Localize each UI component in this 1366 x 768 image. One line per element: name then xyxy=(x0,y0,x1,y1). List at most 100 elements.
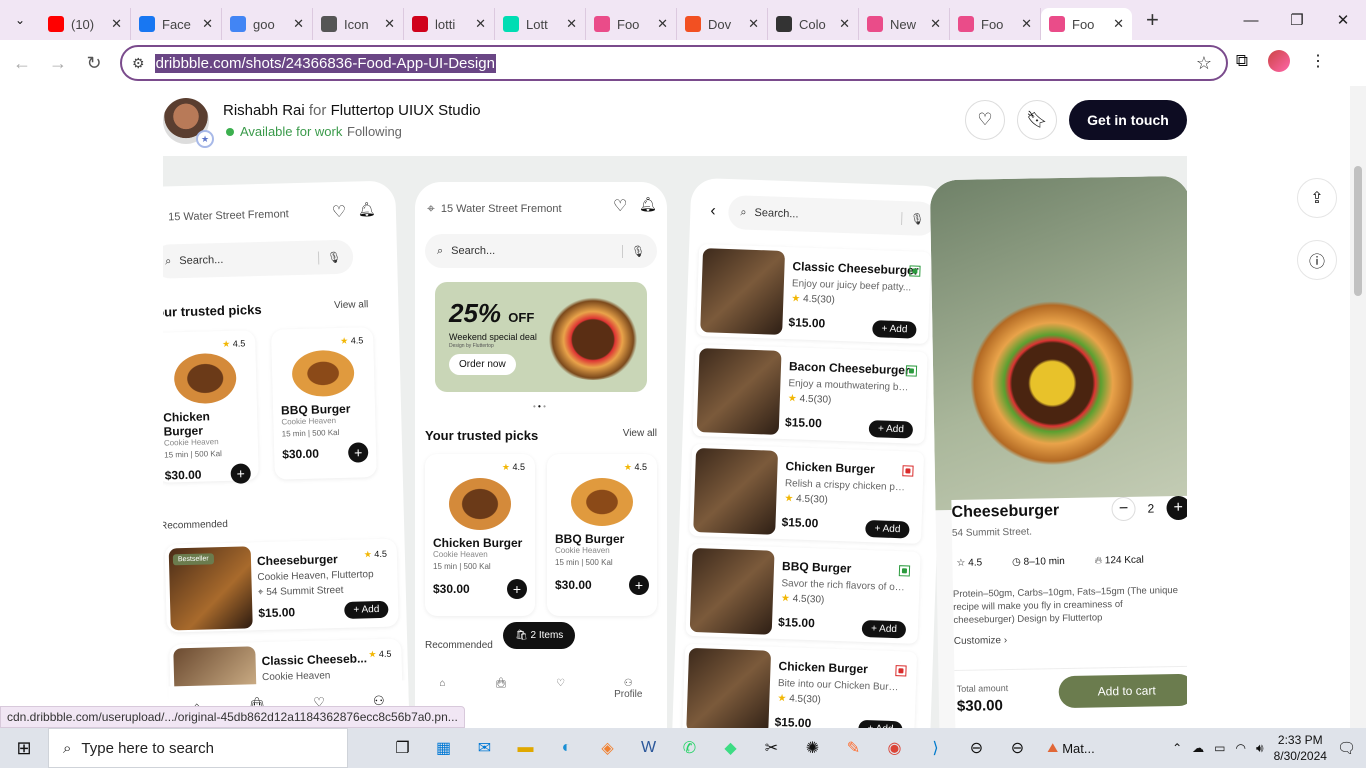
like-button[interactable]: ♡ xyxy=(965,100,1005,140)
close-tab-icon[interactable]: ✕ xyxy=(839,16,850,32)
browser-tab[interactable]: Foo ✕ xyxy=(586,8,677,40)
customize-link[interactable]: Customize › xyxy=(954,635,1008,647)
location[interactable]: ⌖ 15 Water Street Fremont xyxy=(427,200,562,217)
nav-profile[interactable]: ⚇ Profile xyxy=(614,678,642,700)
add-plus-button[interactable]: + xyxy=(507,579,527,599)
recommended-item[interactable]: Bestseller Cheeseburger 4.5 Cookie Heave… xyxy=(164,538,399,633)
location[interactable]: ⌖ 15 Water Street Fremont xyxy=(163,207,289,223)
new-tab-button[interactable]: + xyxy=(1146,7,1159,33)
forward-button[interactable]: → xyxy=(40,45,76,81)
search-input[interactable]: ⌕ Search... 🎙︎ xyxy=(425,234,657,268)
studio-name[interactable]: Fluttertop UIUX Studio xyxy=(331,102,481,119)
close-tab-icon[interactable]: ✕ xyxy=(111,16,122,32)
wifi-icon[interactable]: ◠ xyxy=(1236,741,1246,755)
tab-search-button[interactable]: ⌄ xyxy=(0,0,40,40)
browser-tab[interactable]: Lott ✕ xyxy=(495,8,586,40)
mic-icon[interactable]: 🎙︎ xyxy=(622,244,645,258)
add-plus-button[interactable]: + xyxy=(347,442,369,463)
browser-tab[interactable]: Face ✕ xyxy=(131,8,222,40)
app-icon-2[interactable]: ⊖ xyxy=(956,728,997,768)
promo-banner[interactable]: 25% OFF Weekend special deal Design by F… xyxy=(435,282,647,392)
add-to-cart-button[interactable]: Add to cart xyxy=(1058,673,1187,709)
quantity-stepper[interactable]: − 2 + xyxy=(1111,495,1187,522)
mic-icon[interactable]: 🎙︎ xyxy=(901,211,925,226)
capcut-icon[interactable]: ✂ xyxy=(751,728,792,768)
browser-tab[interactable]: New ✕ xyxy=(859,8,950,40)
close-window-button[interactable]: ✕ xyxy=(1320,0,1366,40)
mic-icon[interactable]: 🎙︎ xyxy=(317,250,342,264)
close-tab-icon[interactable]: ✕ xyxy=(1113,16,1124,32)
back-button[interactable]: ← xyxy=(4,45,40,81)
store-icon[interactable]: ▦ xyxy=(423,728,464,768)
plus-button[interactable]: + xyxy=(1166,495,1187,521)
author-name[interactable]: Rishabh Rai xyxy=(223,102,305,119)
app-icon-3[interactable]: ⊖ xyxy=(997,728,1038,768)
android-studio-icon[interactable]: ◆ xyxy=(710,728,751,768)
browser-tab[interactable]: goo ✕ xyxy=(222,8,313,40)
browser-tab[interactable]: lotti ✕ xyxy=(404,8,495,40)
add-button[interactable]: + Add xyxy=(872,320,917,339)
pen-tool-icon[interactable]: ✎ xyxy=(833,728,874,768)
app-icon[interactable]: ◈ xyxy=(587,728,628,768)
close-tab-icon[interactable]: ✕ xyxy=(748,16,759,32)
notifications-icon[interactable]: 🗨︎ xyxy=(1337,739,1356,757)
address-bar[interactable]: ⚙ dribbble.com/shots/24366836-Food-App-U… xyxy=(120,45,1228,81)
url-text[interactable]: dribbble.com/shots/24366836-Food-App-UI-… xyxy=(154,53,496,73)
browser-tab[interactable]: (10) ✕ xyxy=(40,8,131,40)
nav-saved[interactable]: ♡ xyxy=(556,678,565,689)
back-arrow-icon[interactable]: ‹ xyxy=(710,202,716,220)
menu-list-item[interactable]: Classic Cheeseburger Enjoy our juicy beef… xyxy=(696,243,932,345)
site-settings-icon[interactable]: ⚙ xyxy=(132,55,145,72)
following-button[interactable]: Following xyxy=(347,124,402,139)
bookmark-star-icon[interactable]: ☆ xyxy=(1196,53,1212,74)
info-icon[interactable]: ⓘ xyxy=(1297,240,1337,280)
matlab-icon[interactable]: ⛰ Mat... xyxy=(1038,728,1104,768)
close-tab-icon[interactable]: ✕ xyxy=(475,16,486,32)
task-view-icon[interactable]: ❐ xyxy=(382,728,423,768)
chatgpt-icon[interactable]: ✺ xyxy=(792,728,833,768)
get-in-touch-button[interactable]: Get in touch xyxy=(1069,100,1187,140)
food-card[interactable]: 4.5 BBQ Burger Cookie Heaven 15 min | 50… xyxy=(270,327,377,480)
mail-icon[interactable]: ✉ xyxy=(464,728,505,768)
save-bookmark-button[interactable]: 🔖︎ xyxy=(1017,100,1057,140)
show-hidden-icon[interactable]: ⌃ xyxy=(1172,741,1182,755)
carousel-dots[interactable]: • • • xyxy=(533,402,546,411)
menu-list-item[interactable]: Chicken Burger Bite into our Chicken Burg… xyxy=(682,643,918,728)
order-now-button[interactable]: Order now xyxy=(449,354,516,375)
heart-icon[interactable]: ♡ xyxy=(332,202,347,222)
vscode-icon[interactable]: ⟩ xyxy=(915,728,956,768)
close-tab-icon[interactable]: ✕ xyxy=(566,16,577,32)
page-scrollbar[interactable] xyxy=(1350,86,1366,728)
add-button[interactable]: + Add xyxy=(868,420,914,439)
bell-icon[interactable]: 🔔︎ xyxy=(358,201,376,218)
whatsapp-icon[interactable]: ✆ xyxy=(669,728,710,768)
battery-icon[interactable]: ▭ xyxy=(1214,741,1225,755)
menu-list-item[interactable]: Chicken Burger Relish a crispy chicken pa… xyxy=(689,443,925,544)
minimize-button[interactable]: — xyxy=(1228,0,1274,40)
browser-tab[interactable]: Foo ✕ xyxy=(1041,8,1132,40)
view-all-link[interactable]: View all xyxy=(334,299,369,315)
bell-icon[interactable]: 🔔︎ xyxy=(639,196,657,213)
extensions-icon[interactable]: ⧉ xyxy=(1236,51,1248,71)
food-card[interactable]: 4.5 Chicken Burger Cookie Heaven 15 min … xyxy=(425,454,535,616)
search-input[interactable]: ⌕ Search... 🎙︎ xyxy=(163,239,354,279)
profile-avatar[interactable] xyxy=(1268,50,1290,72)
nav-my-order[interactable]: 👜︎ xyxy=(495,678,508,689)
file-explorer-icon[interactable]: ▬ xyxy=(505,728,546,768)
close-tab-icon[interactable]: ✕ xyxy=(1021,16,1032,32)
taskbar-search-input[interactable]: ⌕ Type here to search xyxy=(48,728,348,768)
word-icon[interactable]: W xyxy=(628,728,669,768)
share-icon[interactable]: ⇪ xyxy=(1297,178,1337,218)
edge-icon[interactable]: ◐ xyxy=(546,728,587,768)
close-tab-icon[interactable]: ✕ xyxy=(202,16,213,32)
close-tab-icon[interactable]: ✕ xyxy=(384,16,395,32)
food-card[interactable]: 4.5 Chicken Burger Cookie Heaven 15 min … xyxy=(163,330,259,484)
search-input[interactable]: ⌕ Search... 🎙︎ xyxy=(727,194,937,237)
close-tab-icon[interactable]: ✕ xyxy=(657,16,668,32)
nav-home[interactable]: ⌂ xyxy=(439,678,445,689)
windows-start-icon[interactable]: ⊞ xyxy=(0,728,48,768)
food-card[interactable]: 4.5 BBQ Burger Cookie Heaven 15 min | 50… xyxy=(547,454,657,616)
volume-icon[interactable]: 🔊︎ xyxy=(1256,741,1264,756)
restore-button[interactable]: ❐ xyxy=(1274,0,1320,40)
menu-list-item[interactable]: BBQ Burger Savor the rich flavors of our.… xyxy=(685,543,921,644)
